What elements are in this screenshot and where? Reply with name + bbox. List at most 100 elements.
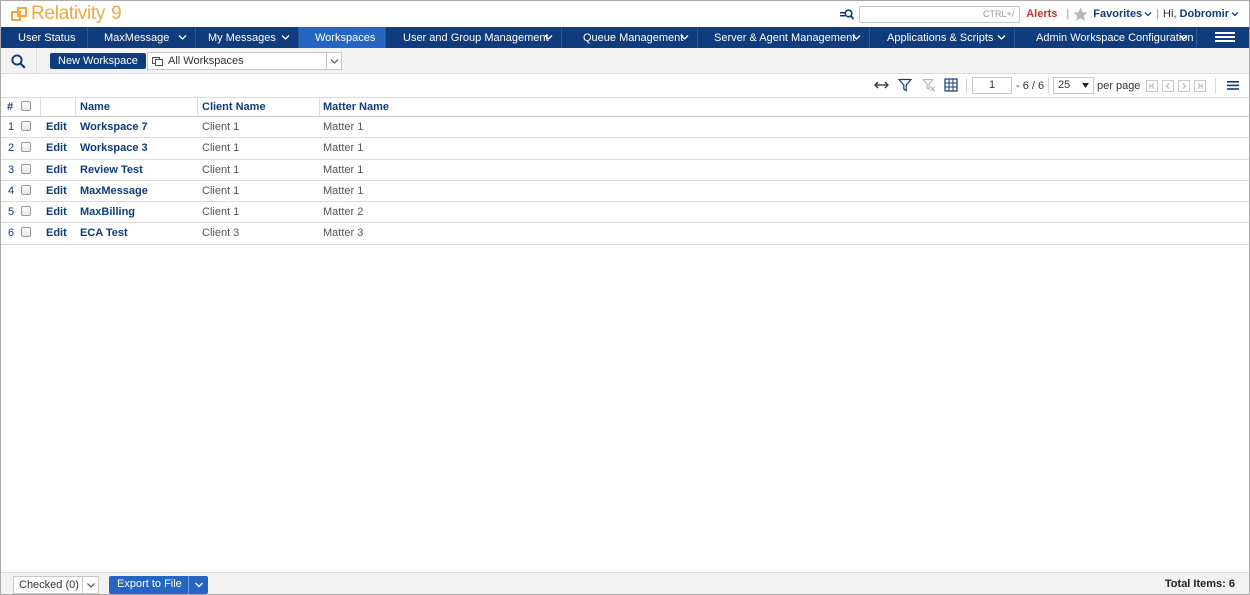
tab-user-group-management[interactable]: User and Group Management xyxy=(386,27,562,48)
filter-icon[interactable] xyxy=(898,78,912,92)
clear-filter-icon[interactable] xyxy=(922,78,936,92)
column-divider xyxy=(197,98,198,117)
per-page-value: 25 xyxy=(1058,79,1071,91)
tab-label: Server & Agent Management xyxy=(714,31,856,44)
tab-applications-scripts[interactable]: Applications & Scripts xyxy=(870,27,1015,48)
edit-link[interactable]: Edit xyxy=(46,164,67,177)
tab-label: Applications & Scripts xyxy=(887,31,994,44)
quick-nav-icon[interactable] xyxy=(840,7,855,21)
column-header-client-name[interactable]: Client Name xyxy=(202,98,266,117)
chevron-down-icon[interactable] xyxy=(1179,34,1188,41)
grid-columns-icon[interactable] xyxy=(944,78,958,92)
header-utilities: CTRL+/ Alerts | Favorites | Hi, Dobromir xyxy=(840,5,1239,23)
edit-link[interactable]: Edit xyxy=(46,227,67,240)
star-icon[interactable] xyxy=(1073,7,1088,22)
search-button[interactable] xyxy=(1,48,37,74)
row-checkbox[interactable] xyxy=(21,163,31,174)
row-checkbox[interactable] xyxy=(21,121,31,131)
greeting: Hi, xyxy=(1163,8,1177,20)
chevron-down-icon[interactable] xyxy=(188,576,208,594)
app-window: Relativity 9 CTRL+/ Alerts | Favorites |… xyxy=(0,0,1250,595)
matter-name-cell: Matter 3 xyxy=(323,227,364,240)
favorites-menu[interactable]: Favorites xyxy=(1093,8,1142,20)
mass-operation-select[interactable]: Checked (0) xyxy=(13,576,99,594)
row-number: 4 xyxy=(8,184,15,197)
edit-link[interactable]: Edit xyxy=(46,206,67,219)
workspace-name-link[interactable]: MaxMessage xyxy=(80,185,148,198)
chevron-down-icon[interactable] xyxy=(852,34,861,41)
table-header: # Name Client Name Matter Name xyxy=(1,97,1249,117)
list-options-icon[interactable] xyxy=(1226,80,1240,94)
workspace-name-link[interactable]: MaxBilling xyxy=(80,206,135,219)
chevron-down-icon[interactable] xyxy=(1144,10,1152,18)
column-divider xyxy=(75,98,76,117)
user-menu[interactable]: Dobromir xyxy=(1180,8,1230,20)
workspace-name-link[interactable]: ECA Test xyxy=(80,227,128,240)
chevron-down-icon[interactable] xyxy=(997,34,1006,41)
page-number-input[interactable]: 1 xyxy=(972,77,1012,94)
column-divider xyxy=(319,98,320,117)
tab-label: User Status xyxy=(18,31,76,44)
quick-search-input[interactable]: CTRL+/ xyxy=(859,5,1021,23)
chevron-down-icon[interactable] xyxy=(680,34,689,41)
workspace-name-link[interactable]: Workspace 7 xyxy=(80,121,148,134)
column-header-number: # xyxy=(7,101,14,113)
next-page-icon[interactable] xyxy=(1178,80,1190,92)
tab-my-messages[interactable]: My Messages xyxy=(196,27,299,48)
workspace-name-link[interactable]: Workspace 3 xyxy=(80,142,148,155)
search-shortcut-hint: CTRL+/ xyxy=(982,8,1015,19)
select-all-checkbox[interactable] xyxy=(21,101,31,111)
column-header-name[interactable]: Name xyxy=(80,98,110,117)
fit-width-icon[interactable] xyxy=(874,78,889,92)
per-page-select[interactable]: 25 xyxy=(1053,77,1094,94)
export-label: Export to File xyxy=(117,578,182,590)
client-name-cell: Client 1 xyxy=(202,184,240,197)
view-select[interactable]: All Workspaces xyxy=(147,52,342,70)
tab-label: My Messages xyxy=(208,31,276,44)
row-number: 6 xyxy=(8,227,15,240)
tab-admin-workspace-configuration[interactable]: Admin Workspace Configuration xyxy=(1015,27,1197,48)
last-page-icon[interactable] xyxy=(1194,80,1206,92)
new-workspace-button[interactable]: New Workspace xyxy=(50,53,146,69)
logo-version: 9 xyxy=(111,3,122,24)
list-footer: Checked (0) Export to File Total Items: … xyxy=(1,572,1249,594)
previous-page-icon[interactable] xyxy=(1162,80,1174,92)
tab-server-agent-management[interactable]: Server & Agent Management xyxy=(698,27,870,48)
chevron-down-icon[interactable] xyxy=(281,34,290,41)
chevron-down-icon[interactable] xyxy=(82,577,98,593)
tab-maxmessage[interactable]: MaxMessage xyxy=(88,27,196,48)
edit-link[interactable]: Edit xyxy=(46,142,67,155)
row-checkbox[interactable] xyxy=(21,142,31,153)
column-header-matter-name[interactable]: Matter Name xyxy=(323,98,389,117)
chevron-down-icon[interactable] xyxy=(326,53,341,69)
chevron-down-icon[interactable] xyxy=(1231,10,1239,18)
first-page-icon[interactable] xyxy=(1146,80,1158,92)
client-name-cell: Client 1 xyxy=(202,121,240,133)
client-name-cell: Client 3 xyxy=(202,227,240,240)
tab-label: Admin Workspace Configuration xyxy=(1036,31,1194,44)
tab-workspaces[interactable]: Workspaces xyxy=(299,27,386,48)
view-select-value: All Workspaces xyxy=(168,55,244,67)
search-icon xyxy=(11,53,26,69)
chevron-down-icon[interactable] xyxy=(544,34,553,41)
divider xyxy=(966,78,967,93)
tab-queue-management[interactable]: Queue Management xyxy=(562,27,698,48)
workspace-name-link[interactable]: Review Test xyxy=(80,164,143,177)
export-to-file-button[interactable]: Export to File xyxy=(109,576,208,594)
tab-user-status[interactable]: User Status xyxy=(1,27,88,48)
row-checkbox[interactable] xyxy=(21,206,31,217)
alerts-link[interactable]: Alerts xyxy=(1026,8,1057,20)
separator: | xyxy=(1066,8,1070,20)
relativity-logo[interactable]: Relativity 9 xyxy=(11,3,122,25)
row-number: 2 xyxy=(8,142,15,155)
workspaces-table: # Name Client Name Matter Name 1 Edit Wo… xyxy=(1,97,1249,245)
column-divider xyxy=(40,98,41,117)
table-row: 2 Edit Workspace 3 Client 1 Matter 1 xyxy=(1,138,1249,160)
row-checkbox[interactable] xyxy=(21,227,31,238)
hamburger-menu-icon[interactable] xyxy=(1215,32,1235,43)
chevron-down-icon[interactable] xyxy=(178,34,187,41)
view-icon xyxy=(152,56,163,66)
edit-link[interactable]: Edit xyxy=(46,121,67,134)
row-checkbox[interactable] xyxy=(21,184,31,195)
edit-link[interactable]: Edit xyxy=(46,185,67,198)
